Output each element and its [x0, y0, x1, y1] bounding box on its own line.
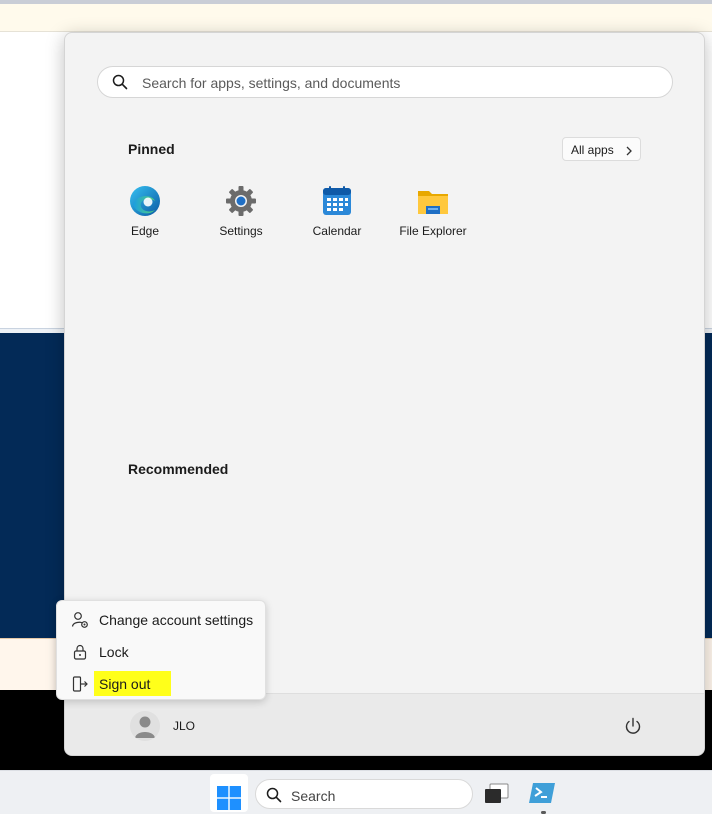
account-menu-label: Lock: [99, 644, 129, 660]
user-name[interactable]: JLO: [173, 719, 195, 733]
terminal-app-button[interactable]: [527, 779, 557, 809]
search-icon: [112, 74, 128, 95]
powershell-icon: [528, 781, 556, 812]
taskbar-search-label: Search: [291, 788, 336, 804]
task-view-icon: [484, 783, 510, 810]
taskbar: Search: [0, 770, 712, 814]
start-search-box[interactable]: [97, 66, 673, 99]
settings-gear-icon: [225, 185, 257, 217]
sign-out-item[interactable]: Sign out: [57, 668, 265, 698]
pinned-app-label: Calendar: [312, 224, 362, 238]
all-apps-button[interactable]: All apps: [562, 137, 641, 161]
power-icon[interactable]: [623, 716, 643, 741]
background-window-toolbar: [0, 4, 712, 32]
sign-out-icon: [71, 675, 89, 698]
start-button[interactable]: [210, 774, 248, 812]
pinned-app-label: File Explorer: [399, 224, 467, 238]
pinned-app-label: Settings: [219, 224, 263, 238]
account-menu: Change account settings Lock Sign out: [56, 600, 266, 700]
pinned-title: Pinned: [128, 141, 175, 157]
recommended-title: Recommended: [128, 461, 229, 477]
all-apps-label: All apps: [571, 143, 614, 157]
user-avatar[interactable]: [130, 711, 160, 741]
calendar-icon: [321, 185, 353, 217]
pinned-app-edge[interactable]: Edge: [97, 183, 193, 243]
task-view-button[interactable]: [482, 779, 512, 809]
pinned-app-file-explorer[interactable]: File Explorer: [385, 183, 481, 243]
edge-icon: [129, 185, 161, 217]
search-icon: [266, 787, 282, 808]
pinned-app-settings[interactable]: Settings: [193, 183, 289, 243]
change-account-settings-item[interactable]: Change account settings: [57, 604, 265, 634]
taskbar-search[interactable]: Search: [255, 779, 473, 809]
lock-icon: [71, 643, 89, 666]
start-search-input[interactable]: [140, 67, 664, 99]
pinned-app-label: Edge: [130, 224, 160, 238]
account-settings-icon: [71, 611, 89, 634]
start-menu-footer: JLO: [65, 693, 704, 755]
account-menu-label: Sign out: [99, 676, 151, 692]
pinned-app-calendar[interactable]: Calendar: [289, 183, 385, 243]
lock-item[interactable]: Lock: [57, 636, 265, 666]
windows-logo-icon: [217, 786, 241, 815]
chevron-right-icon: [625, 145, 633, 159]
account-menu-label: Change account settings: [99, 612, 254, 628]
folder-icon: [417, 185, 449, 217]
